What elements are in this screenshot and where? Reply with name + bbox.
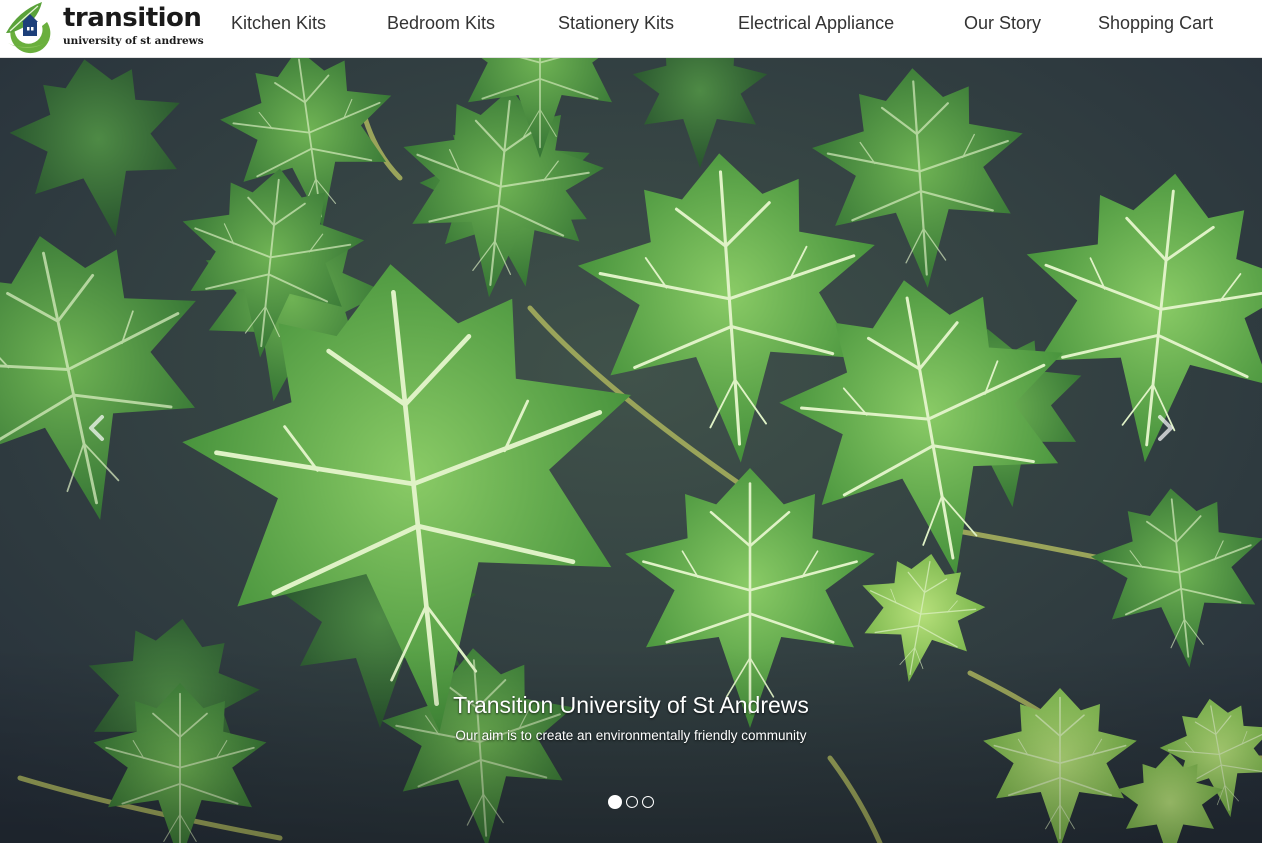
carousel-caption-title: Transition University of St Andrews	[453, 692, 809, 718]
nav-link-electrical-appliance[interactable]: Electrical Appliance	[738, 12, 894, 34]
carousel-indicator-2[interactable]	[626, 796, 638, 808]
transition-logo-icon	[6, 2, 52, 54]
nav-link-bedroom-kits[interactable]: Bedroom Kits	[387, 12, 495, 34]
nav-link-kitchen-kits[interactable]: Kitchen Kits	[231, 12, 326, 34]
brand-name: transition	[63, 3, 202, 33]
brand-subtitle: university of st andrews	[63, 35, 204, 47]
carousel-prev-control[interactable]	[76, 398, 116, 458]
hero-carousel: Transition University of St Andrews Our …	[0, 58, 1262, 843]
chevron-right-icon	[1158, 415, 1173, 441]
brand-logo-link[interactable]: transition university of st andrews	[2, 0, 207, 58]
nav-link-shopping-cart[interactable]: Shopping Cart	[1098, 12, 1213, 34]
carousel-caption: Transition University of St Andrews Our …	[381, 690, 881, 745]
nav-link-our-story[interactable]: Our Story	[964, 12, 1041, 34]
carousel-next-control[interactable]	[1146, 398, 1186, 458]
nav-link-stationery-kits[interactable]: Stationery Kits	[558, 12, 674, 34]
top-navbar: transition university of st andrews Kitc…	[0, 0, 1262, 58]
carousel-indicator-3[interactable]	[642, 796, 654, 808]
carousel-indicator-1[interactable]	[608, 795, 622, 809]
chevron-left-icon	[89, 415, 104, 441]
carousel-caption-text: Our aim is to create an environmentally …	[455, 728, 807, 743]
